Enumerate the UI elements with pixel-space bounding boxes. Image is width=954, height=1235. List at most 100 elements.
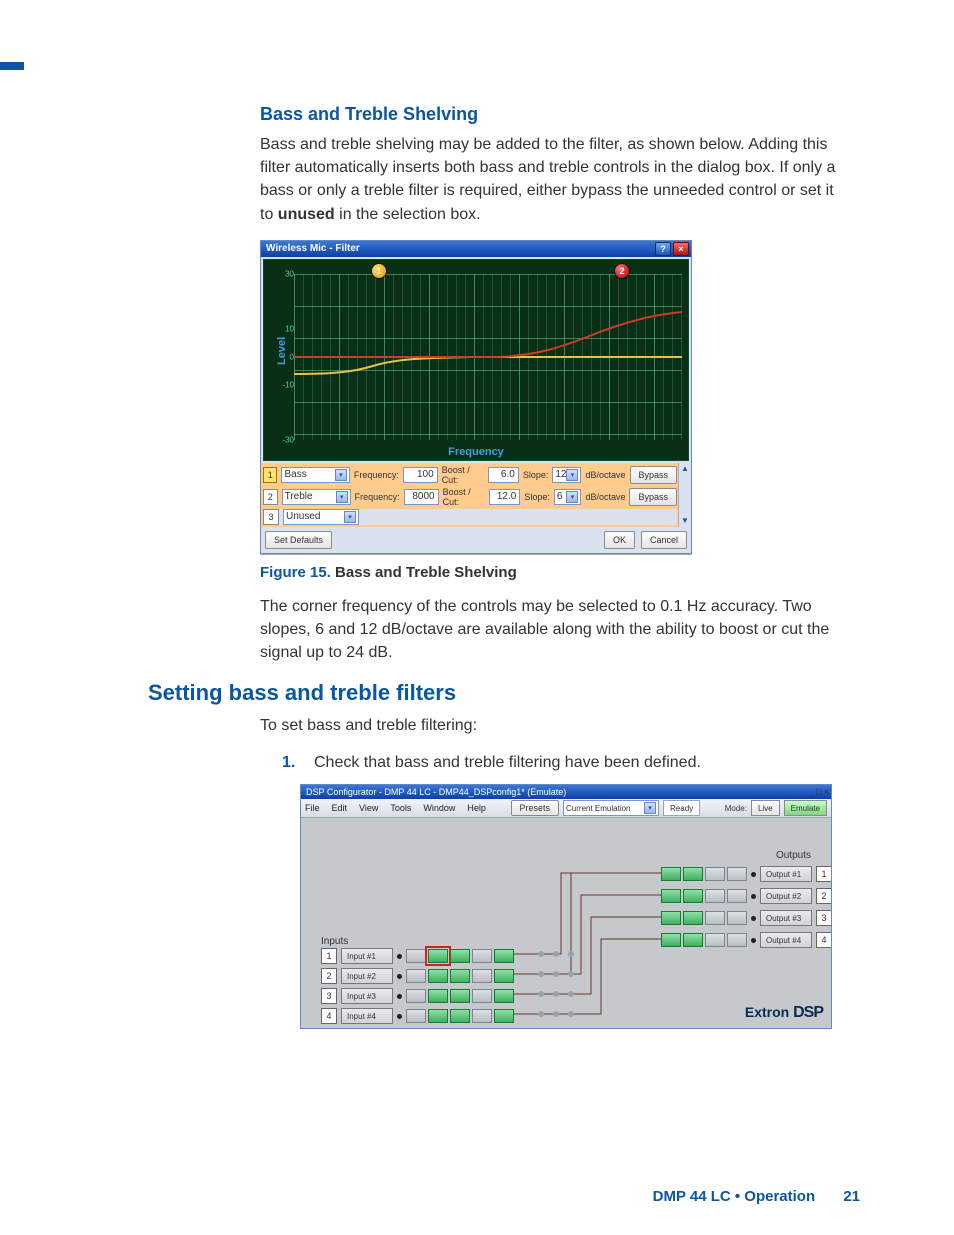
dsp-block[interactable] xyxy=(428,1009,448,1023)
dsp-block[interactable] xyxy=(472,989,492,1003)
dsp-block[interactable] xyxy=(450,949,470,963)
filter-type-select[interactable]: Unused▾ xyxy=(283,509,359,525)
y-tick: -10 xyxy=(282,380,294,389)
slope-select[interactable]: 12▾ xyxy=(552,467,581,483)
close-button[interactable]: × xyxy=(824,787,829,797)
dsp-block[interactable] xyxy=(472,1009,492,1023)
dsp-block[interactable] xyxy=(450,989,470,1003)
marker-1[interactable]: 1 xyxy=(372,264,386,278)
y-tick: -30 xyxy=(282,435,294,444)
set-defaults-button[interactable]: Set Defaults xyxy=(265,531,332,549)
dsp-block[interactable] xyxy=(727,911,747,925)
node-icon xyxy=(397,974,402,979)
slope-select[interactable]: 6▾ xyxy=(554,489,582,505)
dsp-block[interactable] xyxy=(683,889,703,903)
dsp-block[interactable] xyxy=(450,1009,470,1023)
marker-2[interactable]: 2 xyxy=(615,264,629,278)
input-number: 3 xyxy=(321,988,337,1004)
select-value: Unused xyxy=(286,511,320,522)
signal-canvas: Inputs Outputs 1 Input #1 2 Input #2 3 xyxy=(301,818,831,1028)
dsp-block[interactable] xyxy=(406,1009,426,1023)
paragraph-shelving-intro: Bass and treble shelving may be added to… xyxy=(260,133,850,226)
y-tick: 30 xyxy=(285,269,294,278)
dsp-block[interactable] xyxy=(406,989,426,1003)
filter-controls: 1 Bass▾ Frequency: 100 Boost / Cut: 6.0 … xyxy=(261,463,679,527)
status-ready: Ready xyxy=(663,800,700,816)
menu-view[interactable]: View xyxy=(359,803,378,813)
input-label[interactable]: Input #4 xyxy=(341,1008,393,1024)
menu-help[interactable]: Help xyxy=(467,803,486,813)
scroll-down-icon[interactable]: ▼ xyxy=(679,515,691,527)
menu-tools[interactable]: Tools xyxy=(390,803,411,813)
dsp-block[interactable] xyxy=(727,889,747,903)
dsp-block[interactable] xyxy=(494,989,514,1003)
dsp-block[interactable] xyxy=(661,911,681,925)
bypass-button[interactable]: Bypass xyxy=(629,488,677,506)
dsp-block[interactable] xyxy=(450,969,470,983)
dsp-block[interactable] xyxy=(705,911,725,925)
dsp-block[interactable] xyxy=(683,867,703,881)
select-value: 12 xyxy=(555,469,566,480)
paragraph-setting-intro: To set bass and treble filtering: xyxy=(260,714,850,737)
dsp-block[interactable] xyxy=(727,867,747,881)
dsp-block[interactable] xyxy=(705,867,725,881)
dsp-block[interactable] xyxy=(406,969,426,983)
filter-type-select[interactable]: Treble▾ xyxy=(282,489,351,505)
ok-button[interactable]: OK xyxy=(604,531,635,549)
bypass-button[interactable]: Bypass xyxy=(630,466,678,484)
presets-button[interactable]: Presets xyxy=(511,800,560,816)
curves xyxy=(294,274,682,440)
menu-file[interactable]: File xyxy=(305,803,320,813)
dsp-block[interactable] xyxy=(406,949,426,963)
chevron-down-icon: ▾ xyxy=(644,802,656,814)
dsp-block[interactable] xyxy=(727,933,747,947)
output-label[interactable]: Output #4 xyxy=(760,932,812,948)
dsp-block[interactable] xyxy=(705,933,725,947)
output-label[interactable]: Output #3 xyxy=(760,910,812,926)
label: Boost / Cut: xyxy=(443,487,485,507)
mode-emulate-button[interactable]: Emulate xyxy=(784,800,827,816)
frequency-input[interactable]: 100 xyxy=(403,467,438,483)
chevron-down-icon: ▾ xyxy=(336,491,348,503)
input-label[interactable]: Input #1 xyxy=(341,948,393,964)
dsp-block[interactable] xyxy=(683,933,703,947)
cancel-button[interactable]: Cancel xyxy=(641,531,687,549)
input-label[interactable]: Input #2 xyxy=(341,968,393,984)
maximize-button[interactable]: □ xyxy=(816,787,821,797)
scroll-up-icon[interactable]: ▲ xyxy=(679,463,691,475)
filter-type-select[interactable]: Bass▾ xyxy=(281,467,349,483)
dsp-block[interactable] xyxy=(705,889,725,903)
dsp-block[interactable] xyxy=(494,949,514,963)
scrollbar[interactable]: ▲ ▼ xyxy=(678,463,691,527)
dsp-block[interactable] xyxy=(472,949,492,963)
minimize-button[interactable]: _ xyxy=(809,787,814,797)
dsp-block[interactable] xyxy=(428,989,448,1003)
boost-cut-input[interactable]: 6.0 xyxy=(488,467,519,483)
input-label[interactable]: Input #3 xyxy=(341,988,393,1004)
dsp-block[interactable] xyxy=(472,969,492,983)
dsp-block-filter[interactable] xyxy=(428,949,448,963)
frequency-input[interactable]: 8000 xyxy=(404,489,439,505)
node-icon xyxy=(751,894,756,899)
mode-live-button[interactable]: Live xyxy=(751,800,780,816)
boost-cut-input[interactable]: 12.0 xyxy=(489,489,520,505)
row-index: 2 xyxy=(263,489,278,505)
emulation-select[interactable]: Current Emulation▾ xyxy=(563,800,659,816)
help-button[interactable]: ? xyxy=(655,242,671,256)
heading-setting-filters: Setting bass and treble filters xyxy=(148,680,850,706)
output-number: 1 xyxy=(816,866,831,882)
filter-graph: 30 10 0 -10 -30 Level 1 2 Frequency xyxy=(263,259,689,461)
dsp-block[interactable] xyxy=(661,889,681,903)
output-label[interactable]: Output #1 xyxy=(760,866,812,882)
dsp-block[interactable] xyxy=(428,969,448,983)
dsp-block[interactable] xyxy=(494,969,514,983)
close-button[interactable]: × xyxy=(673,242,689,256)
menu-window[interactable]: Window xyxy=(423,803,455,813)
menu-edit[interactable]: Edit xyxy=(332,803,348,813)
dsp-block[interactable] xyxy=(661,933,681,947)
output-number: 3 xyxy=(816,910,831,926)
output-label[interactable]: Output #2 xyxy=(760,888,812,904)
dsp-block[interactable] xyxy=(494,1009,514,1023)
dsp-block[interactable] xyxy=(683,911,703,925)
dsp-block[interactable] xyxy=(661,867,681,881)
